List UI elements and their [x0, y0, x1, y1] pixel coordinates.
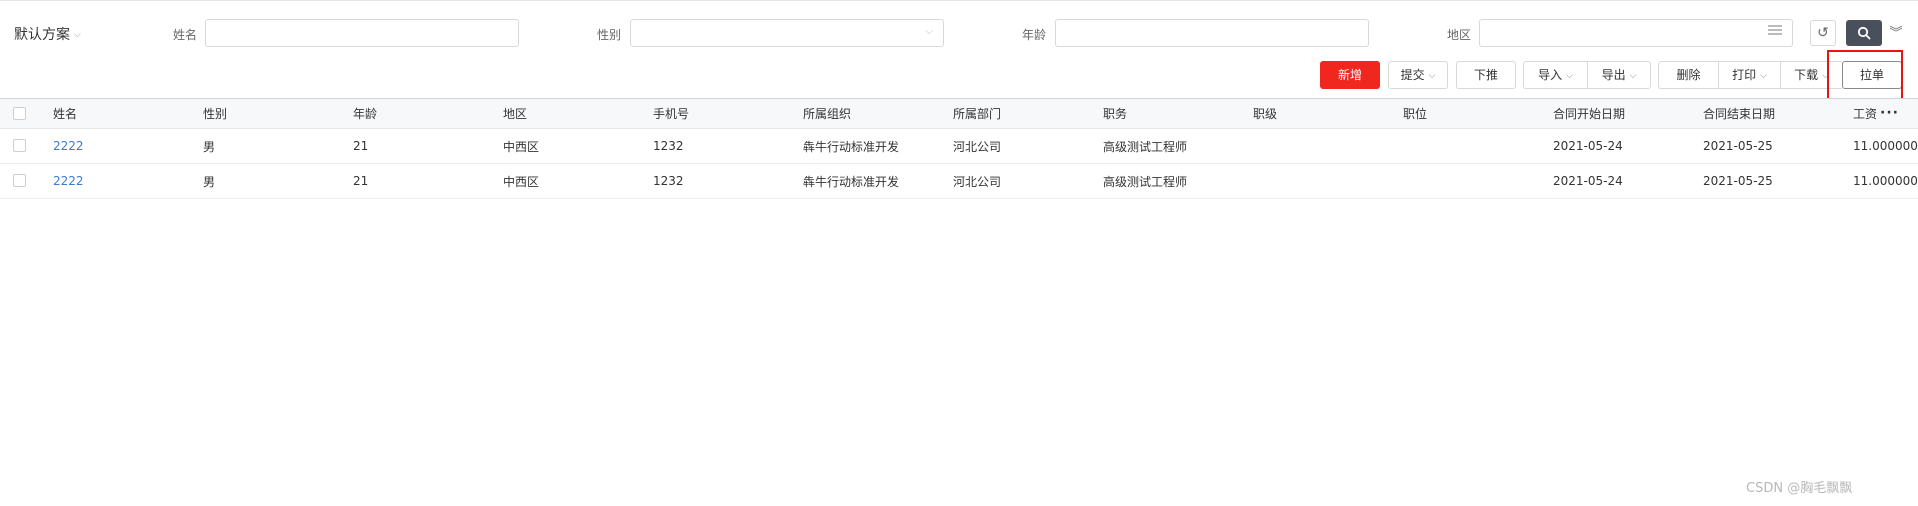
import-button-label: 导入 — [1538, 68, 1563, 82]
gender-cell: 男 — [203, 174, 216, 189]
print-button-label: 打印 — [1732, 68, 1757, 82]
chevron-down-icon: ⌵ — [1428, 71, 1436, 81]
duty-cell: 高级测试工程师 — [1103, 174, 1188, 189]
top-divider — [0, 0, 1918, 1]
chevron-down-icon: ⌵ — [1566, 71, 1573, 81]
column-header[interactable]: 职位 — [1403, 99, 1427, 128]
column-header[interactable]: 所属部门 — [953, 99, 1001, 128]
column-header[interactable]: 年龄 — [353, 99, 377, 128]
download-button[interactable]: 下载 ⌵ — [1780, 61, 1842, 89]
name-link[interactable]: 2222 — [53, 164, 84, 198]
department-cell: 河北公司 — [953, 174, 1002, 189]
contract-start-cell: 2021-05-24 — [1553, 174, 1623, 188]
name-filter-label: 姓名 — [173, 28, 198, 42]
column-header[interactable]: 性别 — [203, 99, 227, 128]
salary-cell: 11.00000000 — [1853, 174, 1918, 188]
column-header[interactable]: 职务 — [1103, 99, 1127, 128]
watermark: CSDN @胸毛飘飘 — [1746, 481, 1853, 496]
age-filter-input[interactable] — [1055, 19, 1369, 47]
age-cell: 21 — [353, 139, 369, 153]
row-checkbox[interactable] — [13, 139, 26, 152]
region-filter-select[interactable] — [1479, 19, 1793, 47]
export-button[interactable]: 导出 ⌵ — [1587, 61, 1651, 89]
gender-filter-label: 性别 — [597, 28, 622, 42]
reset-button[interactable]: ↺ — [1810, 20, 1836, 46]
column-header[interactable]: 地区 — [503, 99, 527, 128]
export-button-label: 导出 — [1601, 68, 1626, 82]
region-filter-label: 地区 — [1447, 28, 1472, 42]
row-checkbox[interactable] — [13, 174, 26, 187]
search-icon — [1857, 26, 1871, 40]
scheme-selector[interactable]: 默认方案 ⌵ — [14, 24, 81, 44]
chevron-down-icon: ⌵ — [1822, 71, 1829, 81]
phone-cell: 1232 — [653, 139, 684, 153]
chevron-down-icon: ⌵ — [925, 26, 933, 37]
pull-order-button[interactable]: 拉单 — [1842, 61, 1902, 89]
chevron-down-icon: ⌵ — [74, 30, 81, 40]
import-button[interactable]: 导入 ⌵ — [1523, 61, 1587, 89]
scheme-label: 默认方案 — [14, 27, 70, 43]
region-cell: 中西区 — [503, 139, 540, 154]
gender-filter-select[interactable]: ⌵ — [630, 19, 944, 47]
contract-end-cell: 2021-05-25 — [1703, 174, 1773, 188]
column-header[interactable]: 合同结束日期 — [1703, 99, 1775, 128]
more-columns-icon[interactable]: ··· — [1880, 106, 1899, 120]
age-filter-label: 年龄 — [1022, 28, 1047, 42]
organization-cell: 犇牛行动标准开发 — [803, 174, 900, 189]
name-filter-input[interactable] — [205, 19, 519, 47]
phone-cell: 1232 — [653, 174, 684, 188]
search-button[interactable] — [1846, 20, 1882, 46]
push-down-button-label: 下推 — [1473, 68, 1498, 82]
region-cell: 中西区 — [503, 174, 540, 189]
department-cell: 河北公司 — [953, 139, 1002, 154]
contract-start-cell: 2021-05-24 — [1553, 139, 1623, 153]
submit-button-label: 提交 — [1400, 68, 1425, 82]
name-link[interactable]: 2222 — [53, 129, 84, 163]
push-down-button[interactable]: 下推 — [1456, 61, 1516, 89]
add-button[interactable]: 新增 — [1320, 61, 1380, 89]
add-button-label: 新增 — [1337, 68, 1362, 82]
undo-icon: ↺ — [1817, 25, 1829, 41]
delete-button[interactable]: 删除 — [1658, 61, 1718, 89]
pull-order-button-label: 拉单 — [1859, 68, 1884, 82]
table-header: 姓名 性别 年龄 地区 手机号 所属组织 所属部门 职务 职级 职位 合同开始日… — [0, 98, 1918, 129]
salary-cell: 11.00000000 — [1853, 139, 1918, 153]
print-button[interactable]: 打印 ⌵ — [1718, 61, 1780, 89]
duty-cell: 高级测试工程师 — [1103, 139, 1188, 154]
list-icon — [1768, 25, 1782, 37]
select-all-checkbox[interactable] — [13, 107, 26, 120]
expand-filters-button[interactable]: ︾ — [1888, 22, 1904, 41]
age-cell: 21 — [353, 174, 369, 188]
double-chevron-down-icon: ︾ — [1889, 26, 1903, 41]
column-header[interactable]: 手机号 — [653, 99, 689, 128]
column-header[interactable]: 工资 — [1853, 99, 1877, 128]
chevron-down-icon: ⌵ — [1629, 71, 1637, 81]
table-row[interactable]: 2222 男 21 中西区 1232 犇牛行动标准开发 河北公司 高级测试工程师… — [0, 129, 1918, 164]
column-header[interactable]: 合同开始日期 — [1553, 99, 1625, 128]
contract-end-cell: 2021-05-25 — [1703, 139, 1773, 153]
submit-button[interactable]: 提交 ⌵ — [1388, 61, 1448, 89]
column-header[interactable]: 姓名 — [53, 99, 77, 128]
table-row[interactable]: 2222 男 21 中西区 1232 犇牛行动标准开发 河北公司 高级测试工程师… — [0, 164, 1918, 199]
column-header[interactable]: 职级 — [1253, 99, 1277, 128]
delete-button-label: 删除 — [1676, 68, 1701, 82]
organization-cell: 犇牛行动标准开发 — [803, 139, 900, 154]
chevron-down-icon: ⌵ — [1760, 71, 1767, 81]
gender-cell: 男 — [203, 139, 216, 154]
download-button-label: 下载 — [1794, 68, 1819, 82]
column-header[interactable]: 所属组织 — [803, 99, 851, 128]
